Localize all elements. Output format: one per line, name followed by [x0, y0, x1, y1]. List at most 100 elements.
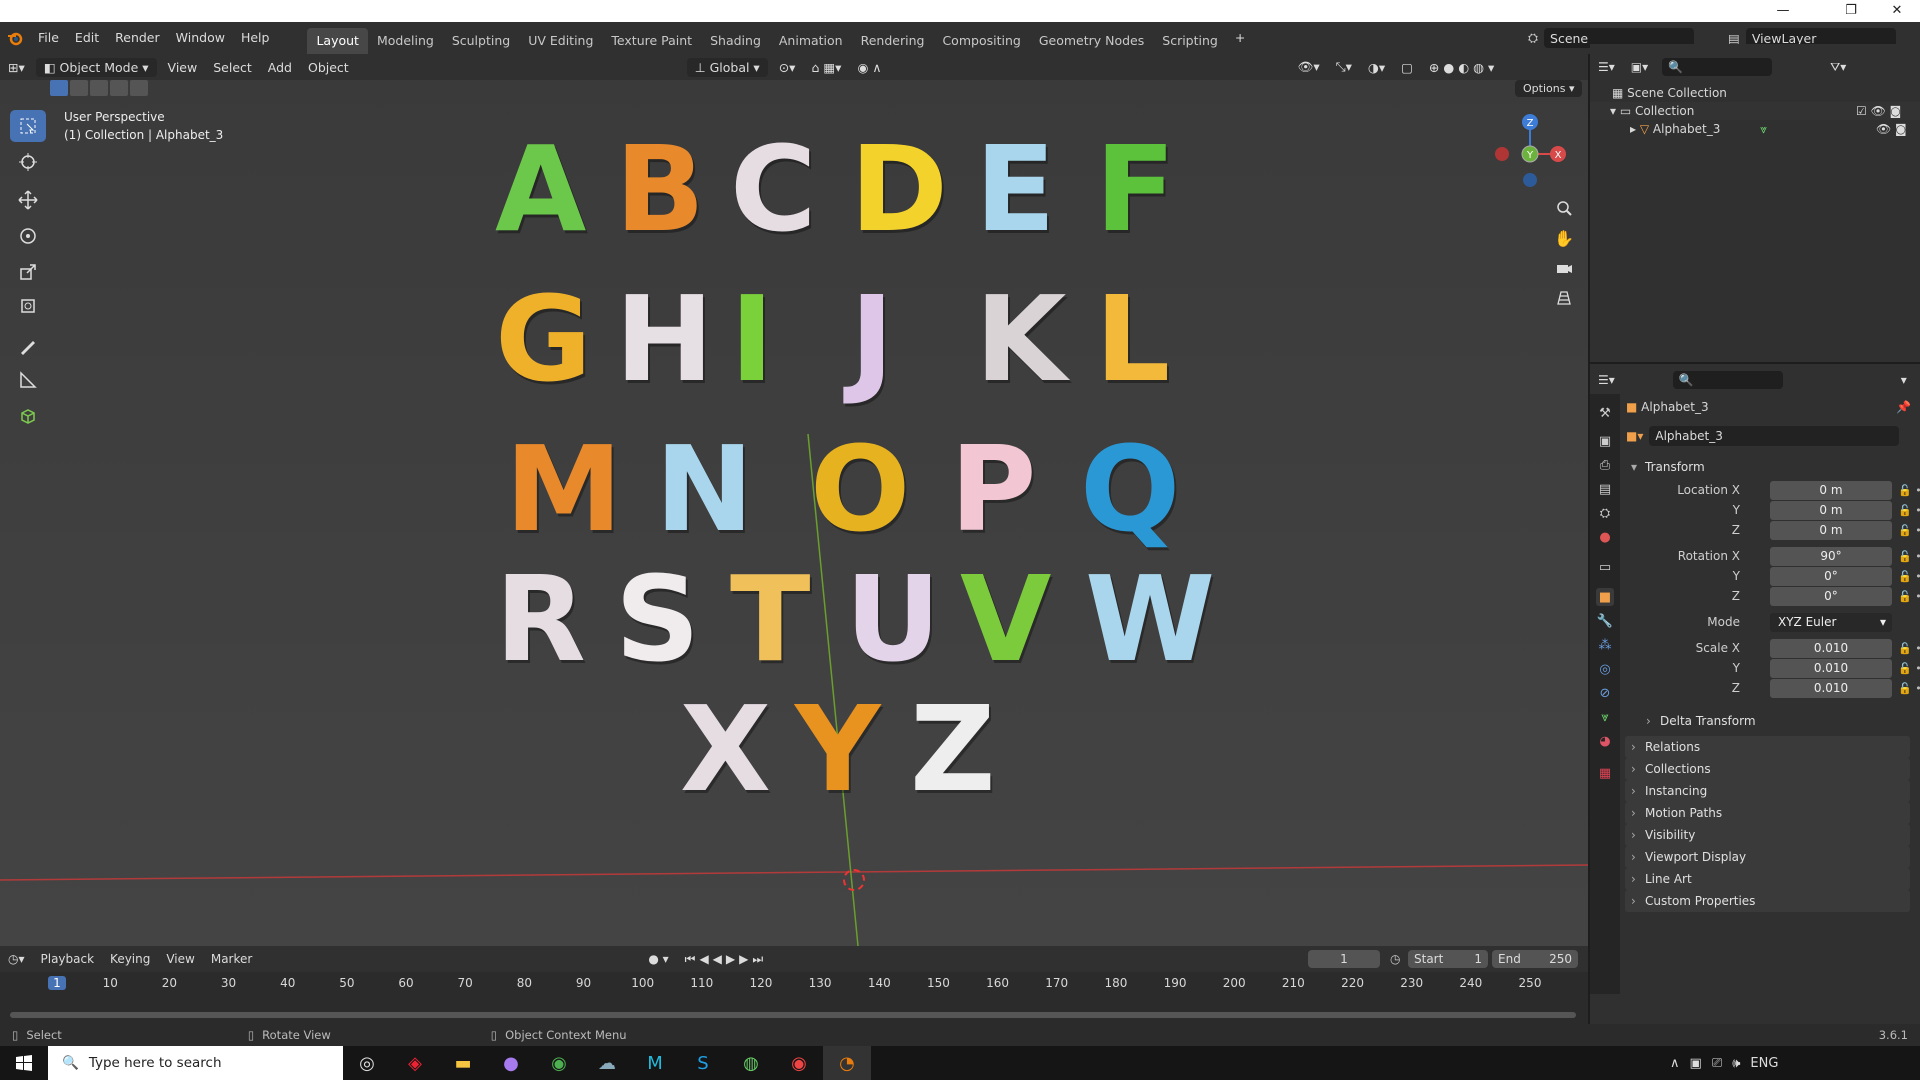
letter-a[interactable]: A	[495, 130, 586, 248]
letter-w[interactable]: W	[1085, 560, 1215, 678]
taskbar-search[interactable]: 🔍 Type here to search	[48, 1046, 343, 1080]
rotation-mode-select[interactable]: XYZ Euler ▾	[1770, 612, 1892, 632]
tab-animation[interactable]: Animation	[770, 28, 852, 54]
letter-i[interactable]: I	[730, 280, 774, 398]
letter-j[interactable]: J	[850, 280, 894, 398]
panel-line-art[interactable]: › Line Art	[1625, 868, 1910, 890]
chrome-alt-icon[interactable]: ◉	[775, 1046, 823, 1080]
shading-modes-icon[interactable]: ⊕ ● ◐ ◍ ▾	[1421, 58, 1502, 77]
zoom-icon[interactable]	[1550, 194, 1578, 222]
pivot-point-icon[interactable]: ⊙▾	[771, 58, 804, 77]
letter-d[interactable]: D	[850, 130, 948, 248]
letter-c[interactable]: C	[730, 130, 817, 248]
skype-icon[interactable]: S	[679, 1046, 727, 1080]
end-frame-field[interactable]: End 250	[1492, 950, 1578, 968]
letter-t[interactable]: T	[730, 560, 811, 678]
lock-icon[interactable]: 🔓 •	[1898, 524, 1920, 537]
windows-start-icon[interactable]	[0, 1046, 48, 1080]
chrome-icon[interactable]: ◉	[535, 1046, 583, 1080]
camera-view-icon[interactable]	[1550, 254, 1578, 282]
scale-z-field[interactable]: 0.010	[1770, 678, 1892, 698]
letter-p[interactable]: P	[950, 430, 1036, 548]
physics-tab-icon[interactable]: ◎	[1596, 660, 1614, 678]
rotation-y-field[interactable]: 0°	[1770, 566, 1892, 586]
lock-icon[interactable]: 🔓 •	[1898, 662, 1920, 675]
cursor-tool[interactable]	[10, 146, 46, 178]
scene-icon[interactable]: ⛭	[1528, 30, 1538, 46]
panel-visibility[interactable]: › Visibility	[1625, 824, 1910, 846]
panel-viewport-display[interactable]: › Viewport Display	[1625, 846, 1910, 868]
delta-transform-panel[interactable]: › Delta Transform	[1640, 710, 1910, 732]
object-row[interactable]: ▸ ▽ Alphabet_3 ⩔ 👁 ◙	[1590, 120, 1920, 138]
alphabet-model[interactable]: ABCDEFGHIJKLMNOPQRSTUVWXYZ	[0, 54, 1588, 946]
panel-instancing[interactable]: › Instancing	[1625, 780, 1910, 802]
close-window-button[interactable]: ✕	[1874, 0, 1920, 22]
letter-o[interactable]: O	[810, 430, 910, 548]
record-icon[interactable]: ● ▾	[640, 950, 676, 968]
blender-logo-icon[interactable]	[0, 30, 30, 46]
object-data-icon[interactable]: ■▾	[1626, 429, 1643, 443]
modifier-tab-icon[interactable]: 🔧	[1596, 612, 1614, 630]
object-tab-icon[interactable]: ■	[1596, 588, 1614, 606]
blender-taskbar-icon[interactable]: ◔	[823, 1046, 871, 1080]
rotate-tool[interactable]	[10, 220, 46, 252]
outliner-search-input[interactable]: 🔍	[1662, 58, 1773, 76]
app-m-icon[interactable]: M	[631, 1046, 679, 1080]
measure-tool[interactable]	[10, 364, 46, 396]
select-intersect-icon[interactable]	[130, 80, 148, 96]
collection-visibility-icons[interactable]: ☑ 👁 ◙	[1856, 102, 1901, 120]
timeline-menu-keying[interactable]: Keying	[102, 950, 158, 968]
timeline-menu-playback[interactable]: Playback	[33, 950, 103, 968]
proportional-edit-icon[interactable]: ◉ ∧	[849, 58, 889, 77]
viewport-menu-view[interactable]: View	[160, 58, 206, 77]
visibility-icon[interactable]: 👁▾	[1289, 57, 1327, 77]
tray-app-icon[interactable]: ▣	[1690, 1056, 1702, 1071]
minimize-button[interactable]: —	[1760, 0, 1806, 22]
scene-tab-icon[interactable]: ⛭	[1596, 504, 1614, 522]
constraints-tab-icon[interactable]: ⊘	[1596, 684, 1614, 702]
properties-editor-icon[interactable]: ☰▾	[1590, 371, 1623, 389]
object-name-field[interactable]: Alphabet_3	[1649, 426, 1900, 446]
lock-icon[interactable]: 🔓 •	[1898, 484, 1920, 497]
lock-icon[interactable]: 🔓 •	[1898, 590, 1920, 603]
gizmo-toggle-icon[interactable]: ⤡▾	[1328, 57, 1360, 77]
scale-x-field[interactable]: 0.010	[1770, 638, 1892, 658]
transform-tool[interactable]	[10, 290, 46, 322]
snap-icon[interactable]: ⌂ ▦▾	[803, 58, 849, 77]
tab-layout[interactable]: Layout	[307, 28, 368, 54]
tab-sculpting[interactable]: Sculpting	[443, 28, 519, 54]
menu-help[interactable]: Help	[233, 22, 278, 54]
properties-search-input[interactable]: 🔍	[1672, 371, 1783, 389]
perspective-toggle-icon[interactable]	[1550, 284, 1578, 312]
letter-b[interactable]: B	[615, 130, 705, 248]
app-cloud-icon[interactable]: ☁	[583, 1046, 631, 1080]
select-invert-icon[interactable]	[110, 80, 128, 96]
letter-s[interactable]: S	[615, 560, 700, 678]
timeline-menu-view[interactable]: View	[158, 950, 202, 968]
timeline-scrollbar[interactable]	[10, 1012, 1576, 1018]
select-new-icon[interactable]	[50, 80, 68, 96]
panel-collections[interactable]: › Collections	[1625, 758, 1910, 780]
pan-hand-icon[interactable]: ✋	[1550, 224, 1578, 252]
add-workspace-button[interactable]: +	[1227, 22, 1253, 54]
texture-tab-icon[interactable]: ▦	[1596, 764, 1614, 782]
viewport-menu-object[interactable]: Object	[300, 58, 357, 77]
tab-uv-editing[interactable]: UV Editing	[519, 28, 602, 54]
menu-render[interactable]: Render	[107, 22, 168, 54]
location-z-field[interactable]: 0 m	[1770, 520, 1892, 540]
tab-modeling[interactable]: Modeling	[368, 28, 443, 54]
tab-shading[interactable]: Shading	[701, 28, 770, 54]
viewport-menu-add[interactable]: Add	[260, 58, 300, 77]
navigation-gizmo[interactable]: Z X Y	[1484, 108, 1574, 198]
menu-window[interactable]: Window	[168, 22, 233, 54]
letter-y[interactable]: Y	[795, 690, 880, 808]
tab-geometry-nodes[interactable]: Geometry Nodes	[1030, 28, 1153, 54]
restore-button[interactable]: ❐	[1828, 0, 1874, 22]
menu-file[interactable]: File	[30, 22, 67, 54]
annotate-tool[interactable]	[10, 330, 46, 362]
location-x-field[interactable]: 0 m	[1770, 480, 1892, 500]
tray-chevron-icon[interactable]: ∧	[1670, 1056, 1680, 1071]
scale-tool[interactable]	[10, 256, 46, 288]
select-extend-icon[interactable]	[70, 80, 88, 96]
lock-icon[interactable]: 🔓 •	[1898, 682, 1920, 695]
